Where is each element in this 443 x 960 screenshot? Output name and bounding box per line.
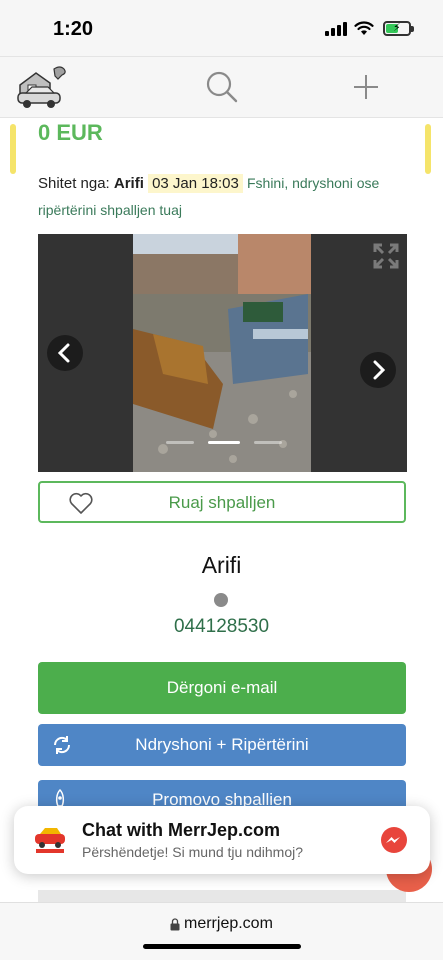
edit-renew-label: Ndryshoni + Ripërtërini [135,735,309,754]
save-listing-button[interactable]: Ruaj shpalljen [38,481,406,523]
gallery-pagination [166,441,286,445]
merrjep-logo-icon[interactable] [14,63,70,111]
lock-icon [170,918,180,931]
refresh-icon [53,736,71,754]
wifi-icon [354,21,374,35]
chat-title: Chat with MerrJep.com [82,820,281,840]
status-time: 1:20 [53,18,94,40]
seller-name-link[interactable]: Arifi [114,175,144,192]
search-icon[interactable] [204,69,240,105]
messenger-icon[interactable] [380,826,408,854]
app-header [0,56,443,118]
send-email-label: Dërgoni e-mail [166,678,278,697]
listing-photo[interactable] [133,234,311,472]
status-bar: 1:20 ⚡ [0,0,443,56]
seller-info: Shitet nga: Arifi 03 Jan 18:03 Fshini, n… [38,170,418,224]
gallery-dot[interactable] [166,441,194,444]
fullscreen-icon[interactable] [372,242,400,270]
highlight-bar-right [425,124,431,174]
battery-icon: ⚡ [383,21,414,36]
phone-number-link[interactable]: 044128530 [0,616,443,638]
chevron-right-icon [373,360,386,380]
highlight-bar-left [10,124,16,174]
gallery-dot-active[interactable] [208,441,240,444]
image-gallery[interactable] [38,234,407,472]
listing-price: 0 EUR [38,120,103,145]
home-indicator[interactable] [143,944,301,949]
edit-renew-button[interactable]: Ndryshoni + Ripërtërini [38,724,406,766]
browser-url-bar[interactable]: merrjep.com [0,902,443,960]
seller-prefix: Shitet nga: [38,175,110,192]
online-status-dot [214,593,228,607]
listing-date: 03 Jan 18:03 [148,174,243,193]
plus-icon[interactable] [348,69,384,105]
gallery-dot[interactable] [254,441,282,444]
gallery-prev-button[interactable] [47,335,83,371]
send-email-button[interactable]: Dërgoni e-mail [38,662,406,714]
gallery-next-button[interactable] [360,352,396,388]
contact-name: Arifi [201,552,242,578]
url-text: merrjep.com [184,915,273,932]
chat-widget[interactable]: Chat with MerrJep.com Përshëndetje! Si m… [14,806,430,874]
merrjep-logo-icon [35,828,65,853]
cellular-signal-icon [325,22,347,36]
save-listing-label: Ruaj shpalljen [168,493,276,512]
chat-subtitle: Përshëndetje! Si mund tju ndihmoj? [82,844,304,860]
chevron-left-icon [57,343,70,363]
